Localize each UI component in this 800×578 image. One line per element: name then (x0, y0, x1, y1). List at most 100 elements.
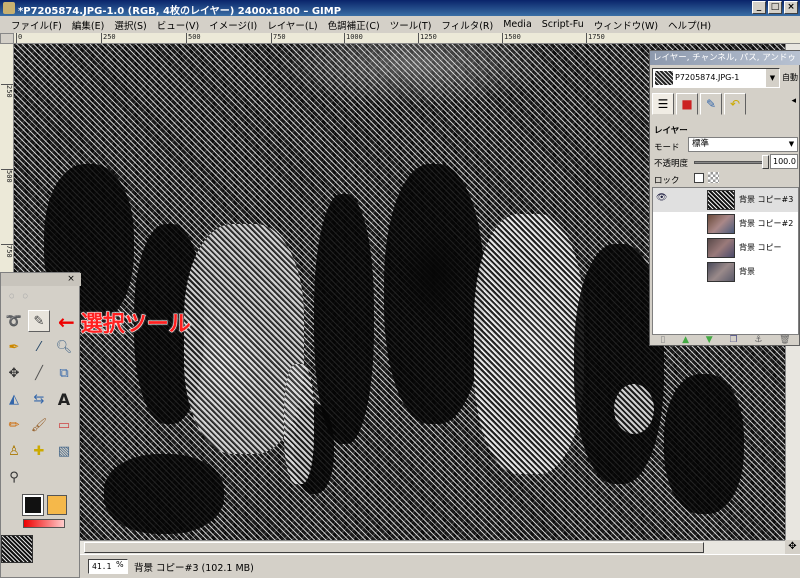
lock-checkbox[interactable] (694, 173, 704, 183)
gimp-app-icon (3, 2, 15, 14)
tab-undo[interactable]: ↶ (724, 93, 746, 115)
layer-name: 背景 (739, 267, 755, 276)
layers-dock: レイヤー, チャンネル, パス, アンドゥ P7205874.JPG-1 ▼ 自… (649, 50, 800, 346)
navigate-icon[interactable]: ✥ (785, 540, 800, 554)
opacity-slider-handle[interactable] (762, 155, 769, 169)
layer-row[interactable]: 背景 コピー (653, 236, 798, 260)
ruler-tick-label: 500 (1, 169, 13, 183)
menu-windows[interactable]: ウィンドウ(W) (589, 18, 663, 32)
opacity-field[interactable]: 100.0 (770, 154, 798, 169)
new-layer-icon[interactable]: ▯ (660, 335, 665, 345)
paintbrush-icon[interactable]: 🖌︎ (28, 414, 50, 436)
menu-tools[interactable]: ツール(T) (385, 18, 437, 32)
status-bar: 41.1 % 背景 コピー#3 (102.1 MB) (80, 554, 800, 578)
channels-icon: ■ (681, 97, 693, 111)
perspective-icon[interactable]: ◭ (3, 388, 25, 410)
smudge-icon[interactable]: ⚲ (3, 466, 25, 488)
menu-bar: ファイル(F) 編集(E) 選択(S) ビュー(V) イメージ(I) レイヤー(… (0, 16, 800, 33)
layer-thumbnail (707, 238, 735, 258)
raise-layer-icon[interactable]: ▲ (682, 335, 689, 345)
tab-menu-button[interactable]: ◂ (791, 96, 796, 106)
measure-icon[interactable]: ╱ (28, 362, 50, 384)
layers-icon: ☰ (657, 97, 669, 111)
menu-image[interactable]: イメージ(I) (204, 18, 262, 32)
chevron-down-icon: ▼ (788, 140, 795, 148)
menu-file[interactable]: ファイル(F) (6, 18, 67, 32)
image-selector[interactable]: P7205874.JPG-1 ▼ (652, 68, 780, 88)
layers-heading: レイヤー (654, 126, 688, 136)
layer-list: 👁︎ 背景 コピー#3 背景 コピー#2 背景 コピー 背景 (652, 187, 799, 335)
layer-thumbnail (707, 214, 735, 234)
close-button[interactable]: × (784, 1, 798, 14)
menu-media[interactable]: Media (498, 19, 537, 30)
fuzzy-select-icon[interactable]: ✎ (28, 310, 50, 332)
clone-icon[interactable]: ♙ (3, 440, 25, 462)
ruler-tick-label: 750 (271, 33, 286, 43)
paths-icon[interactable]: ✒ (3, 336, 25, 358)
layer-row[interactable]: 背景 コピー#2 (653, 212, 798, 236)
dock-title[interactable]: レイヤー, チャンネル, パス, アンドゥ (650, 51, 800, 65)
flip-icon[interactable]: ⇆ (28, 388, 50, 410)
gradient-preview[interactable] (23, 519, 65, 528)
ruler-tick-label: 500 (186, 33, 201, 43)
transform-icon[interactable]: ⧉ (53, 362, 75, 384)
move-icon[interactable]: ✥ (3, 362, 25, 384)
magnify-icon[interactable]: 🔍︎ (53, 336, 75, 358)
horizontal-scrollbar-thumb[interactable] (84, 542, 704, 553)
window-title: *P7205874.JPG-1.0 (RGB, 4枚のレイヤー) 2400x18… (18, 6, 342, 17)
horizontal-scrollbar[interactable] (80, 540, 785, 554)
anchor-layer-icon[interactable]: ⚓ (754, 335, 762, 345)
ruler-tick-label: 1000 (344, 33, 363, 43)
layer-name: 背景 コピー (739, 243, 782, 252)
layer-name: 背景 コピー#3 (739, 195, 794, 204)
mode-label: モード (654, 143, 680, 153)
image-thumbnail[interactable] (1, 535, 33, 563)
menu-edit[interactable]: 編集(E) (67, 18, 109, 32)
text-icon[interactable]: A (53, 388, 75, 410)
mode-select[interactable]: 標準 ▼ (688, 137, 798, 152)
lock-alpha-icon (708, 172, 719, 183)
menu-colors[interactable]: 色調補正(C) (323, 18, 385, 32)
menu-help[interactable]: ヘルプ(H) (663, 18, 716, 32)
menu-script-fu[interactable]: Script-Fu (537, 19, 589, 30)
maximize-button[interactable]: □ (768, 1, 782, 14)
menu-layer[interactable]: レイヤー(L) (262, 18, 322, 32)
layer-button-bar: ▯ ▲ ▼ ❐ ⚓ 🗑︎ (652, 335, 799, 345)
eye-icon[interactable]: 👁︎ (656, 193, 668, 203)
duplicate-layer-icon[interactable]: ❐ (729, 335, 737, 345)
ruler-tick-label: 0 (16, 33, 23, 43)
toolbox-close-button[interactable]: × (66, 275, 76, 285)
status-text: 背景 コピー#3 (102.1 MB) (134, 563, 254, 574)
ruler-tick-label: 1250 (418, 33, 437, 43)
background-color-swatch[interactable] (47, 495, 67, 515)
menu-select[interactable]: 選択(S) (109, 18, 151, 32)
lower-layer-icon[interactable]: ▼ (706, 335, 713, 345)
mode-select-value: 標準 (692, 139, 710, 149)
image-selector-thumbnail (655, 71, 673, 85)
layer-row[interactable]: 背景 (653, 260, 798, 284)
ruler-tick-label: 750 (1, 244, 13, 258)
auto-button[interactable]: 自動 (782, 68, 800, 88)
ruler-tick-label: 250 (101, 33, 116, 43)
opacity-slider[interactable] (694, 161, 766, 164)
layer-row[interactable]: 👁︎ 背景 コピー#3 (653, 188, 798, 212)
minimize-button[interactable]: _ (752, 1, 766, 14)
tab-layers[interactable]: ☰ (652, 93, 674, 115)
menu-view[interactable]: ビュー(V) (152, 18, 204, 32)
eraser-icon[interactable]: ▭ (53, 414, 75, 436)
lasso-icon[interactable]: ➰ (3, 310, 25, 332)
ruler-corner-button[interactable] (0, 33, 14, 44)
horizontal-ruler[interactable]: 0 250 500 750 1000 1250 1500 1750 (14, 33, 800, 44)
tab-channels[interactable]: ■ (676, 93, 698, 115)
title-bar: *P7205874.JPG-1.0 (RGB, 4枚のレイヤー) 2400x18… (0, 0, 800, 17)
foreground-color-swatch[interactable] (22, 494, 44, 516)
pencil-icon[interactable]: ✏ (3, 414, 25, 436)
bucket-fill-icon[interactable]: ▧ (53, 440, 75, 462)
vertical-ruler[interactable]: 250 500 750 (0, 44, 14, 272)
tab-paths[interactable]: ✎ (700, 93, 722, 115)
color-picker-icon[interactable]: ⁄ (28, 336, 50, 358)
delete-layer-icon[interactable]: 🗑︎ (779, 335, 790, 345)
heal-icon[interactable]: ✚ (28, 440, 50, 462)
menu-filters[interactable]: フィルタ(R) (436, 18, 498, 32)
chevron-down-icon[interactable]: ▼ (766, 69, 779, 87)
